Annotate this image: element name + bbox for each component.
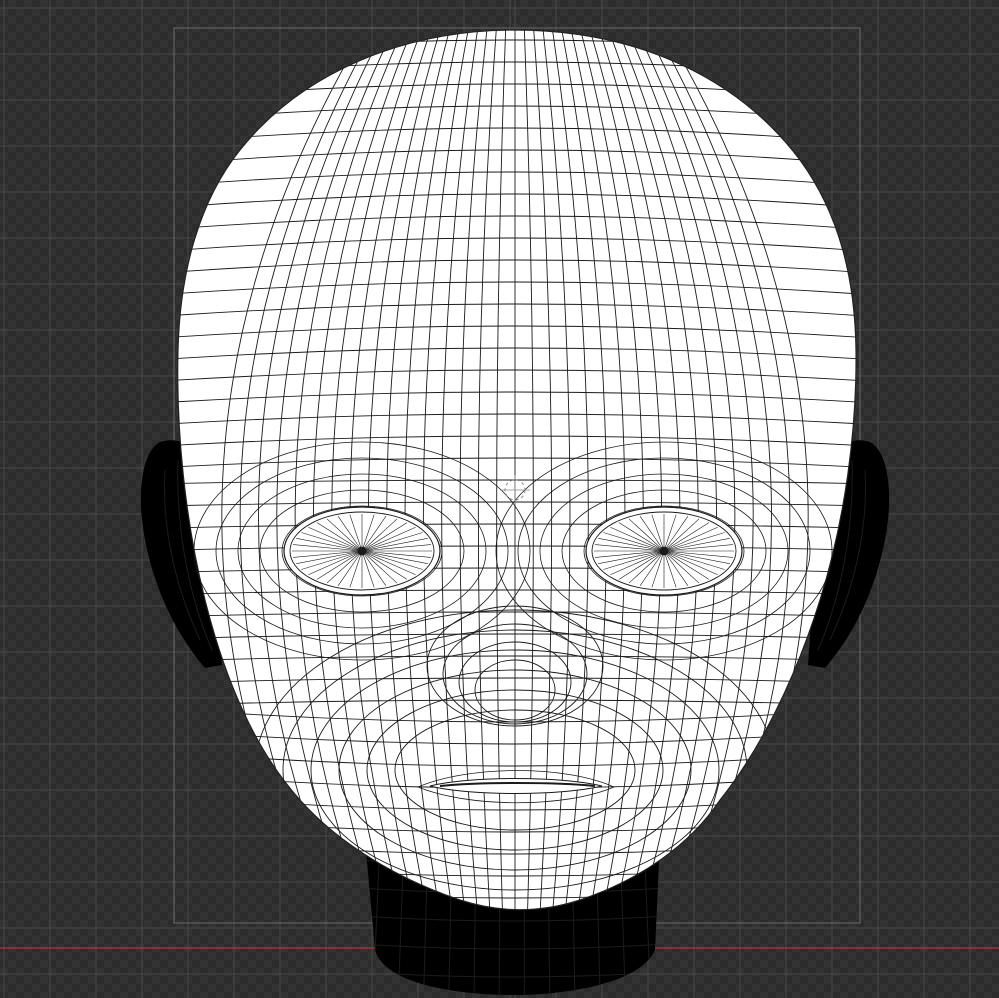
3d-viewport[interactable] — [0, 0, 999, 998]
pupil-pole — [659, 546, 669, 556]
pupil-pole — [357, 546, 367, 556]
viewport-scene[interactable] — [0, 0, 999, 998]
